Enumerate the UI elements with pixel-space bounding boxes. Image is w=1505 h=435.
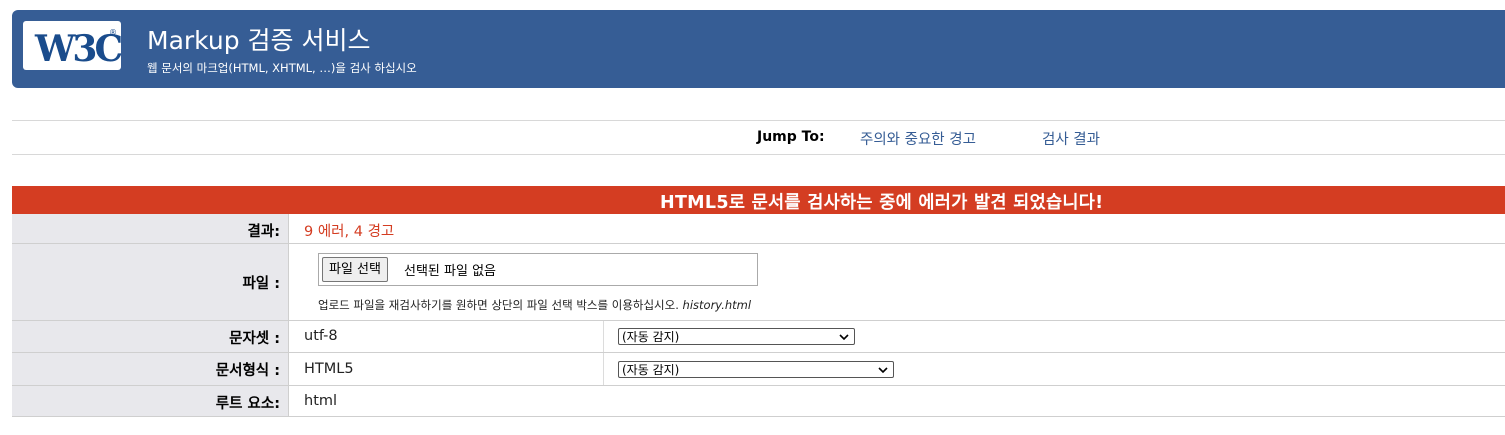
no-file-text: 선택된 파일 없음 bbox=[404, 264, 496, 279]
charset-value: utf-8 bbox=[304, 328, 338, 344]
file-input[interactable]: 파일 선택 선택된 파일 없음 bbox=[318, 253, 758, 286]
doctype-row: 문서형식 : HTML5 (자동 감지) bbox=[12, 353, 1505, 386]
file-row: 파일 : 파일 선택 선택된 파일 없음 업로드 파일을 재검사하기를 원하면 … bbox=[12, 244, 1505, 321]
jump-label: Jump To: bbox=[757, 129, 825, 145]
error-banner: HTML5로 문서를 검사하는 중에 에러가 발견 되었습니다! bbox=[12, 186, 1505, 214]
root-label: 루트 요소: bbox=[215, 396, 280, 412]
divider bbox=[603, 353, 604, 385]
page-subtitle: 웹 문서의 마크업(HTML, XHTML, …)을 검사 하십시오 bbox=[147, 61, 417, 75]
result-label: 결과: bbox=[247, 224, 280, 240]
page-title: Markup 검증 서비스 bbox=[147, 26, 371, 55]
chevron-down-icon bbox=[878, 367, 888, 374]
doctype-select-value: (자동 감지) bbox=[622, 363, 680, 377]
charset-select-value: (자동 감지) bbox=[622, 330, 680, 344]
divider bbox=[288, 214, 289, 243]
divider bbox=[288, 321, 289, 352]
file-select-button[interactable]: 파일 선택 bbox=[322, 257, 388, 282]
file-label: 파일 : bbox=[242, 276, 280, 292]
divider bbox=[288, 386, 289, 416]
result-row: 결과: 9 에러, 4 경고 bbox=[12, 214, 1505, 244]
chevron-down-icon bbox=[839, 334, 849, 341]
charset-label-cell: 문자셋 : bbox=[12, 321, 288, 352]
root-row: 루트 요소: html bbox=[12, 386, 1505, 417]
doctype-select[interactable]: (자동 감지) bbox=[618, 361, 894, 378]
charset-label: 문자셋 : bbox=[229, 331, 280, 347]
result-value: 9 에러, 4 경고 bbox=[304, 224, 395, 240]
root-label-cell: 루트 요소: bbox=[12, 386, 288, 416]
charset-row: 문자셋 : utf-8 (자동 감지) bbox=[12, 321, 1505, 353]
file-hint-filename: history.html bbox=[682, 298, 752, 312]
jump-link-warnings[interactable]: 주의와 중요한 경고 bbox=[860, 128, 976, 149]
file-label-cell: 파일 : bbox=[12, 244, 288, 320]
file-hint: 업로드 파일을 재검사하기를 원하면 상단의 파일 선택 박스를 이용하십시오.… bbox=[318, 297, 751, 313]
doctype-label-cell: 문서형식 : bbox=[12, 353, 288, 385]
doctype-value: HTML5 bbox=[304, 361, 354, 377]
divider bbox=[288, 244, 289, 320]
root-value: html bbox=[304, 393, 338, 409]
file-hint-text: 업로드 파일을 재검사하기를 원하면 상단의 파일 선택 박스를 이용하십시오. bbox=[318, 298, 679, 312]
header-banner: W3C ® Markup 검증 서비스 웹 문서의 마크업(HTML, XHTM… bbox=[12, 10, 1505, 88]
w3c-logo[interactable]: W3C ® bbox=[23, 21, 121, 70]
error-banner-text: HTML5로 문서를 검사하는 중에 에러가 발견 되었습니다! bbox=[660, 193, 1104, 213]
divider bbox=[603, 321, 604, 352]
divider bbox=[288, 353, 289, 385]
svg-text:®: ® bbox=[109, 28, 117, 37]
jump-bar: Jump To: 주의와 중요한 경고 검사 결과 bbox=[12, 120, 1505, 155]
svg-text:W3C: W3C bbox=[34, 28, 121, 70]
jump-link-results[interactable]: 검사 결과 bbox=[1042, 128, 1100, 149]
result-label-cell: 결과: bbox=[12, 214, 288, 243]
doctype-label: 문서형식 : bbox=[215, 363, 280, 379]
charset-select[interactable]: (자동 감지) bbox=[618, 328, 855, 345]
